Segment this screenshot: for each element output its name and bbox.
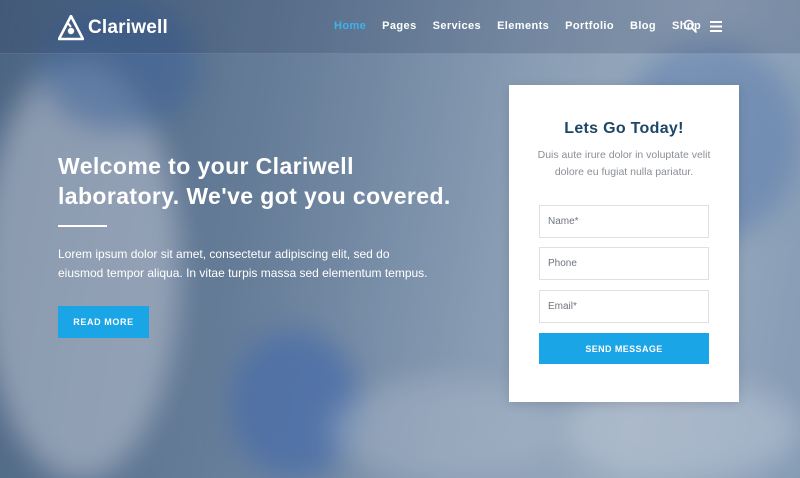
logo[interactable]: Clariwell	[58, 14, 168, 42]
search-icon[interactable]	[683, 19, 697, 33]
hero-description: Lorem ipsum dolor sit amet, consectetur …	[58, 247, 428, 280]
form-title: Lets Go Today!	[564, 120, 684, 137]
form-subtitle: Duis aute irure dolor in voluptate velit…	[537, 149, 711, 178]
nav-item-portfolio[interactable]: Portfolio	[565, 20, 614, 32]
main-nav: Home Pages Services Elements Portfolio Blog Sh…	[334, 20, 717, 32]
nav-item-services[interactable]: Services	[433, 20, 481, 32]
nav-item-pages[interactable]: Pages	[382, 20, 416, 32]
top-navbar: Clariwell Home Pages Services Elements Portf…	[0, 0, 800, 54]
nav-item-blog[interactable]: Blog	[630, 20, 656, 32]
phone-field[interactable]	[539, 247, 709, 280]
nav-item-elements[interactable]: Elements	[497, 20, 549, 32]
email-field[interactable]	[539, 290, 709, 323]
title-divider	[58, 225, 107, 227]
logo-icon	[58, 15, 84, 41]
hamburger-menu-icon[interactable]	[710, 21, 722, 32]
send-message-button[interactable]: SEND MESSAGE	[539, 333, 709, 364]
brand-name: Clariwell	[88, 17, 168, 38]
read-more-button[interactable]: READ MORE	[58, 306, 149, 338]
contact-form-card: Lets Go Today! Duis aute irure dolor in …	[509, 85, 739, 402]
nav-item-home[interactable]: Home	[334, 20, 366, 32]
name-field[interactable]	[539, 205, 709, 238]
hero-title: Welcome to your Clariwell laboratory. We…	[58, 153, 451, 209]
